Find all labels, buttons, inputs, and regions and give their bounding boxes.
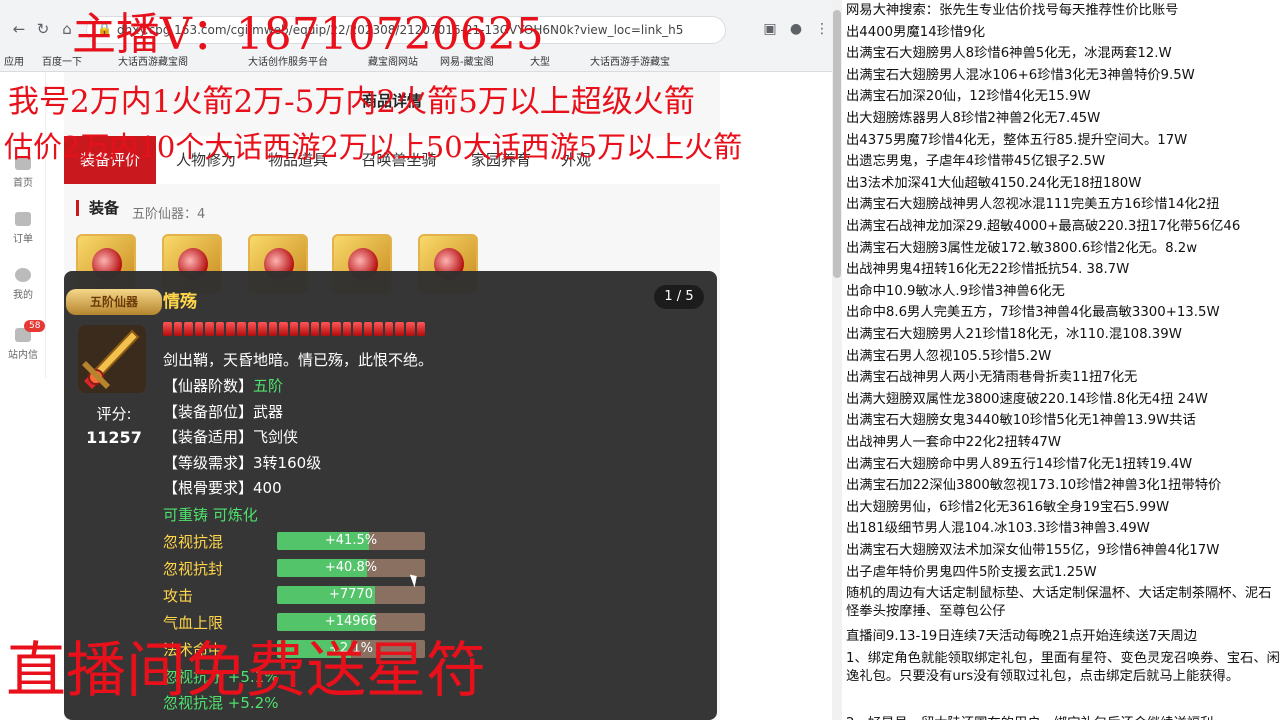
sword-icon [78,325,146,393]
prop-line: 【仙器阶数】五阶 [163,375,283,396]
prop-label: 【等级需求】 [163,454,254,472]
listing-line: 出大翅膀男仙，6珍惜2化无3616敏全身19宝石5.99W [846,499,1170,515]
stat-value: +40.8% [324,560,378,575]
reload-icon[interactable]: ↻ [32,18,54,40]
listing-line: 出满宝石加22深仙3800敏忽视173.10珍惜2神兽3化1扭带特价 [846,478,1222,494]
sidebar-item-mine[interactable]: 我的 [0,268,46,301]
overlay-bottom-banner: 直播间免费送星符 [6,636,486,706]
whitespace [720,72,840,720]
stat-bar: +40.8% [277,559,425,577]
stat-value: +7770 [329,587,373,602]
scrollbar-thumb[interactable] [833,10,841,278]
pager[interactable]: 1 / 5 [654,285,704,309]
sidebar-toggle-icon[interactable]: ▣ [760,18,780,40]
message-badge: 58 [24,320,46,332]
sidebar-item-label: 我的 [13,290,33,301]
prop-label: 【根骨要求】 [163,479,254,497]
stat-label: 攻击 [163,587,194,605]
score-label: 评分: [96,405,132,423]
listing-line: 出满宝石大翅膀双法术加深女仙带155亿，9珍惜6神兽4化17W [846,543,1220,558]
prop-value: 武器 [253,403,284,421]
listing-line: 出命中10.9敏冰人.9珍惜3神兽6化无 [846,283,1065,299]
item-name: 情殇 [163,292,197,312]
sidebar-item-messages[interactable]: 58 站内信 [0,320,46,361]
listing-line: 1、绑定角色就能领取绑定礼包，里面有星符、变色灵宠召唤券、宝石、闲逸礼包。只要没… [846,651,1280,684]
listing-line: 2、好星号，留大陆还国在的用户，绑定礼包后还会继续送福利 [846,715,1280,720]
listing-line: 出战神男人一套命中22化2扭转47W [846,435,1062,450]
equip-section-title: 装备 [76,200,119,216]
listing-panel: 网易大神搜索：张先生专业估价找号每天推荐性价比账号 出4400男魔14珍惜9化出满… [842,0,1280,720]
sidebar-item-label: 站内信 [8,350,38,361]
listing-line: 出4375男魔7珍惜4化无，整体五行85.提升空间大。17W [846,132,1188,148]
stat-bar: +7770 [277,586,425,604]
listing-line: 出满宝石大翅膀命中男人89五行14珍惜7化无1扭转19.4W [846,456,1193,472]
overlay-line-1: 我号2万内1火箭2万-5万内2火箭5万以上超级火箭 [8,84,695,120]
listing-line: 出满宝石大翅膀3属性龙破172.敏3800.6珍惜2化无。8.2w [846,240,1198,256]
listing-line: 出子虐年特价男鬼四件5阶支援玄武1.25W [846,564,1097,580]
stat-label: 忽视抗封 [163,560,224,578]
listing-line: 出满宝石男人忽视105.5珍惜5.2W [846,348,1052,364]
overlay-line-2: 估价2万内10个大话西游2万以上50大话西游5万以上火箭 [4,130,743,164]
listing-line: 出遗忘男鬼，子虐年4珍惜带45亿银子2.5W [846,154,1106,170]
listing-line: 直播间9.13-19日连续7天活动每晚21点开始连续送7天周边 [846,629,1198,645]
listing-line: 出满宝石加深20仙，12珍惜4化无15.9W [846,89,1091,105]
listing-line: 出满宝石大翅膀男人8珍惜6神兽5化无，冰混两套12.W [846,46,1172,62]
listing-line: 出4400男魔14珍惜9化 [846,24,986,40]
listing-line: 出3法术加深41大仙超敏4150.24化无18扭180W [846,175,1142,191]
prop-label: 【装备适用】 [163,428,254,446]
prop-value: 飞剑侠 [253,428,299,446]
item-tier-frame: 五阶仙器 [66,289,162,315]
listing-line: 出战神男鬼4扭转16化无22珍惜抵抗54. 38.7W [846,262,1130,278]
back-icon[interactable]: ← [8,18,30,40]
listing-line: 出命中8.6男人完美五方，7珍惜3神兽4化最高敏3300+13.5W [846,305,1220,321]
user-icon [15,268,31,282]
prop-label: 【仙器阶数】 [163,377,254,395]
listing-line: 出大翅膀炼器男人8珍惜2神兽2化无7.45W [846,111,1101,126]
prop-value: 400 [253,479,282,497]
scrollbar[interactable] [832,0,842,720]
listing-line: 出满宝石大翅膀男人混冰106+6珍惜3化无3神兽特价9.5W [846,67,1195,83]
profile-icon[interactable]: ● [786,18,806,40]
bookmark-item[interactable]: 应用 [4,53,24,68]
listing-line: 出满宝石战神男人两小无猜雨巷骨折卖11扭7化无 [846,370,1138,386]
stat-label: 忽视抗混 [163,533,224,551]
bookmark-item[interactable]: 大话西游手游藏宝 [590,53,670,68]
prop-value: 五阶 [253,377,284,395]
score-value: 11257 [86,428,142,447]
listing-line: 出181级细节男人混104.冰103.3珍惜3神兽3.49W [846,521,1150,537]
prop-label: 【装备部位】 [163,403,254,421]
order-icon [15,212,31,226]
prop-line: 【等级需求】3转160级 [163,452,321,473]
sidebar-item-label: 首页 [13,178,33,189]
sidebar-item-orders[interactable]: 订单 [0,212,46,245]
prop-line: 【装备适用】飞剑侠 [163,426,298,447]
item-description: 剑出鞘，天昏地暗。情已殇，此恨不绝。 [163,351,434,369]
listing-line: 网易大神搜索：张先生专业估价找号每天推荐性价比账号 [846,3,1179,18]
recast-note: 可重铸 可炼化 [163,506,258,524]
durability-bar [163,322,426,336]
listing-line: 出满大翅膀双属性龙3800速度破220.14珍惜.8化无4扭 24W [846,391,1208,407]
listing-line: 随机的周边有大话定制鼠标垫、大话定制保温杯、大话定制茶隔杯、泥石怪拳头按摩捶、至… [846,586,1272,620]
equip-section-sub: 五阶仙器：4 [132,207,206,222]
sidebar-item-label: 订单 [13,234,33,245]
stat-value: +41.5% [324,533,378,548]
listing-line: 出满宝石战神龙加深29.超敏4000+最高破220.3扭17化带56亿46 [846,219,1241,234]
overlay-host-contact: 主播V：18710720625 [72,9,544,60]
stat-bar: +41.5% [277,532,425,550]
listing-line: 出满宝石大翅膀女鬼3440敏10珍惜5化无1神兽13.9W共话 [846,413,1196,429]
prop-line: 【根骨要求】400 [163,477,282,498]
listing-line: 出满宝石大翅膀男人21珍惜18化无，冰110.混108.39W [846,327,1182,342]
prop-value: 3转160级 [253,454,322,472]
screen-root: { "browser": { "url": "dhxy.cbg.163.com/… [0,0,1280,720]
menu-icon[interactable]: ⋮ [812,18,832,40]
prop-line: 【装备部位】武器 [163,401,283,422]
listing-line: 出满宝石大翅膀战神男人忽视冰混111完美五方16珍惜14化2扭 [846,197,1220,213]
